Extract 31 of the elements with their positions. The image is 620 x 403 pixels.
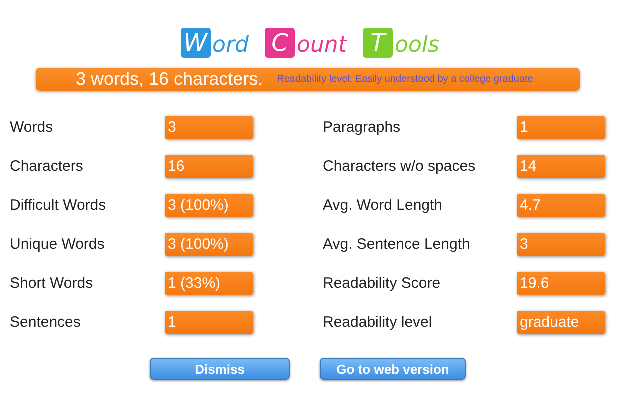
action-button[interactable]: Dismiss [150, 358, 290, 380]
stat-value: 3 (100%) [165, 194, 253, 217]
logo-word: T ools [362, 22, 440, 58]
stat-label: Unique Words [10, 236, 106, 253]
stat-value: graduate [517, 311, 605, 334]
readability-text: Readability level: Easily understood by a college graduate [277, 74, 534, 85]
stat-label: Words [10, 119, 54, 136]
stat-value: 1 [517, 116, 605, 139]
stat-label: Avg. Word Length [323, 197, 444, 214]
stat-value: 16 [165, 155, 253, 178]
logo-word: C ount [265, 22, 347, 58]
stat-value: 3 (100%) [165, 233, 253, 256]
stat-value: 14 [517, 155, 605, 178]
stat-label: Characters w/o spaces [323, 158, 477, 175]
stat-label: Characters [10, 158, 84, 175]
stat-label: Paragraphs [323, 119, 402, 136]
logo-word: W ord [180, 22, 249, 58]
stat-label: Avg. Sentence Length [323, 236, 472, 253]
action-button[interactable]: Go to web version [320, 358, 466, 380]
stat-label: Readability level [323, 314, 434, 331]
stat-value: 1 [165, 311, 253, 334]
stat-label: Sentences [10, 314, 82, 331]
summary-headline: 3 words, 16 characters. [76, 69, 264, 90]
stat-value: 3 [165, 116, 253, 139]
stat-value: 3 [517, 233, 605, 256]
stat-label: Short Words [10, 275, 94, 292]
stat-value: 19.6 [517, 272, 605, 295]
stat-label: Difficult Words [10, 197, 108, 214]
stat-value: 1 (33%) [165, 272, 253, 295]
stat-label: Readability Score [323, 275, 442, 292]
stat-value: 4.7 [517, 194, 605, 217]
